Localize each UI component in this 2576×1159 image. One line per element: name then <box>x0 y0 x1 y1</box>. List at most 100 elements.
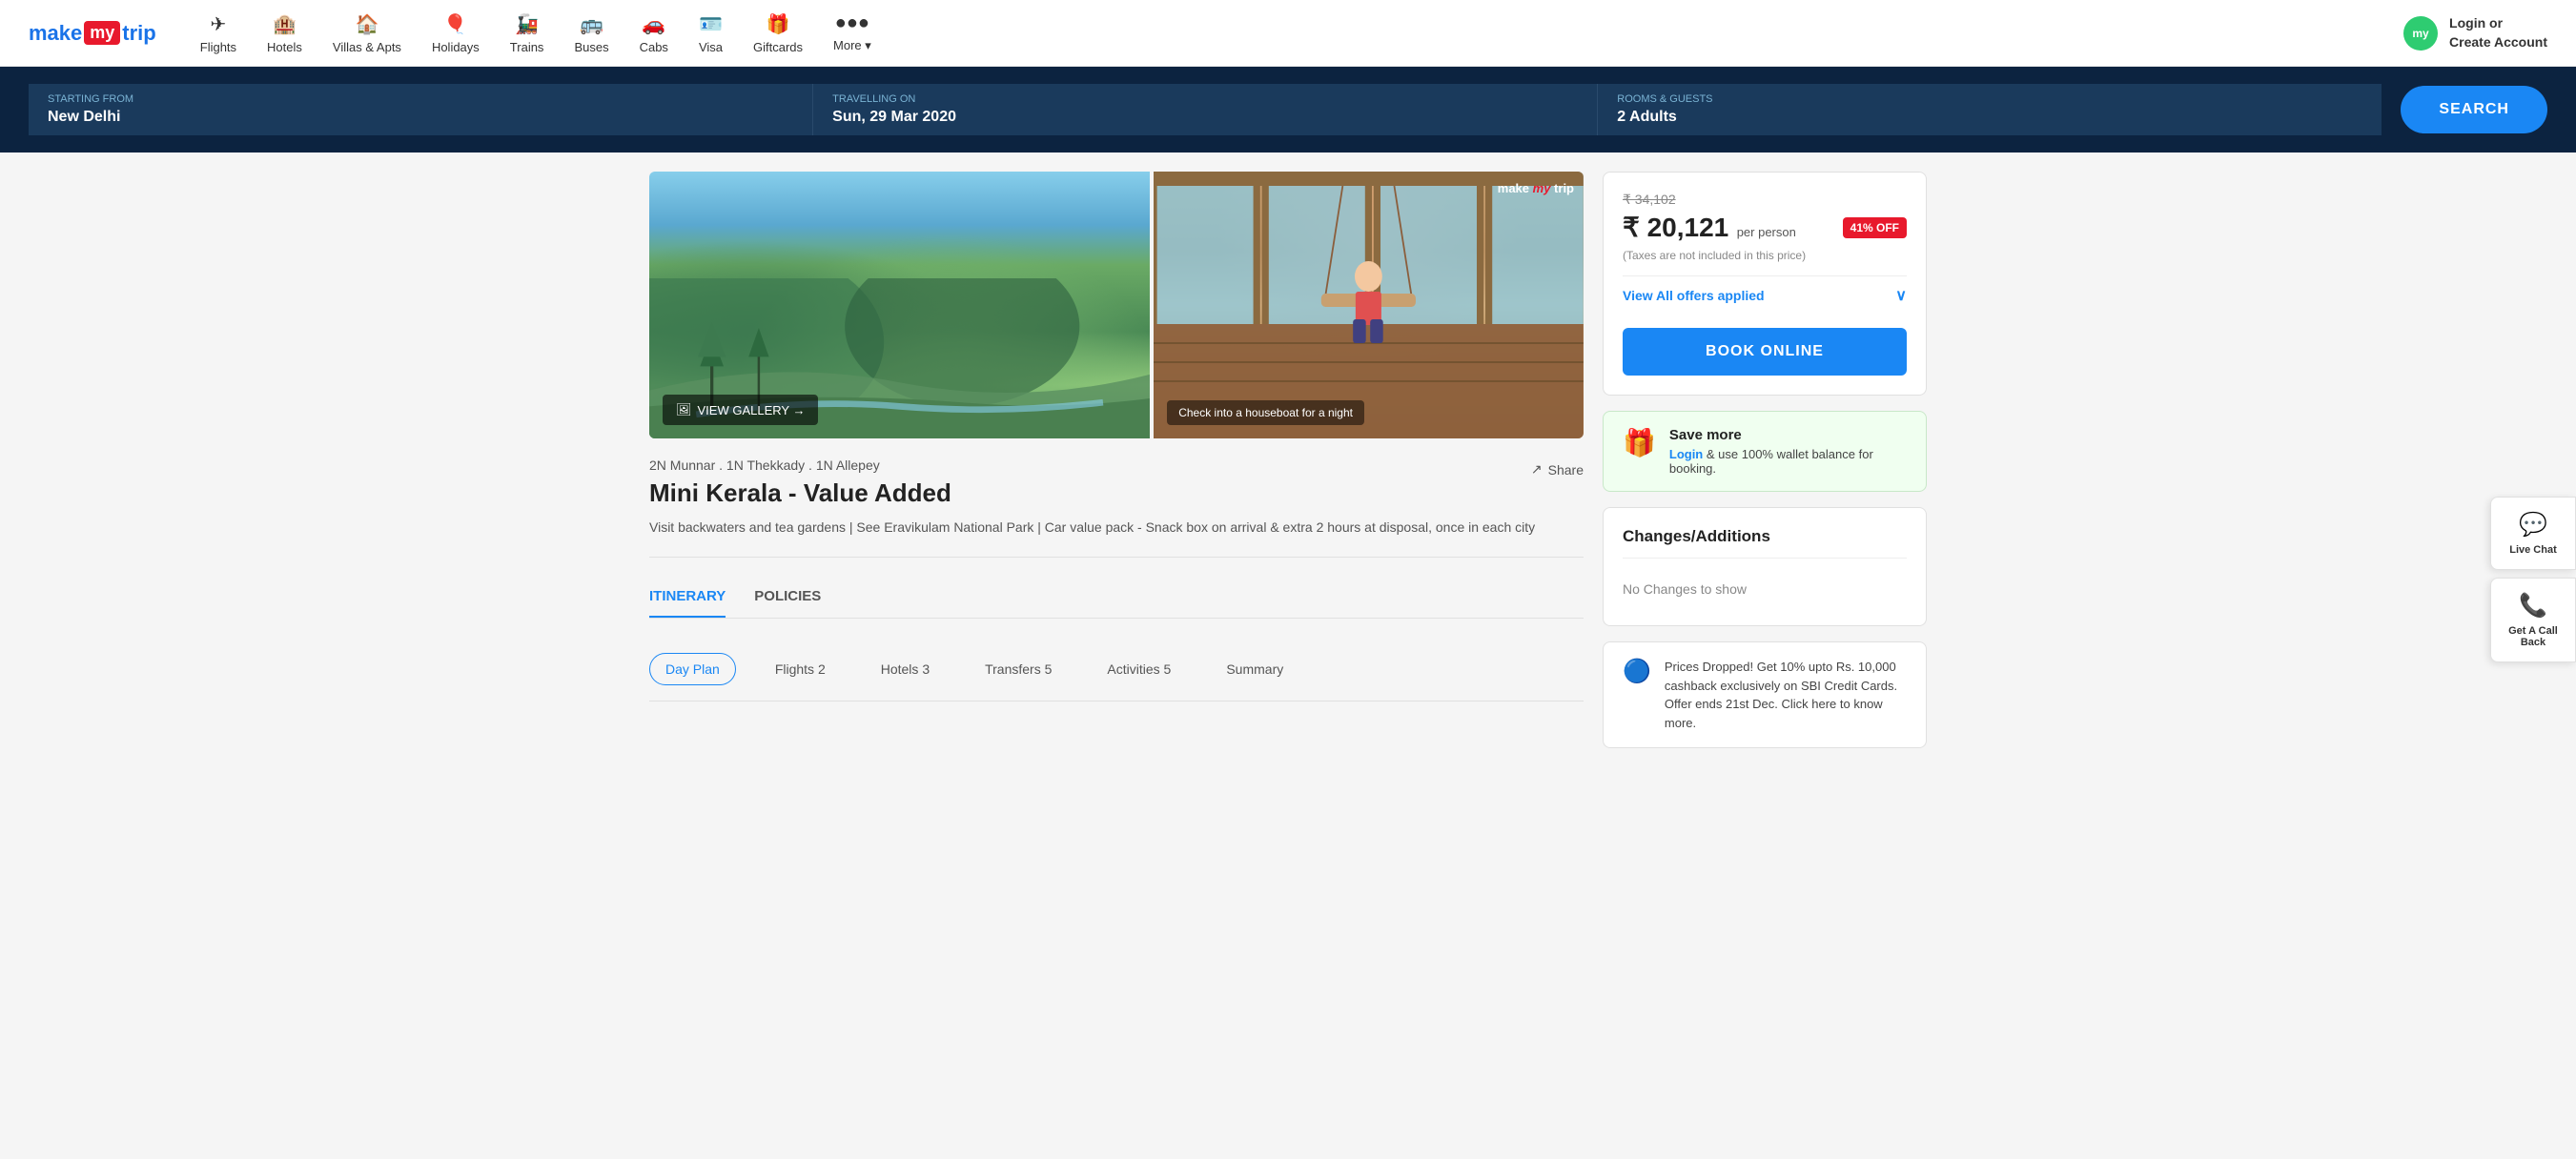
callback-button[interactable]: 📞 Get A Call Back <box>2490 578 2576 662</box>
flights-icon: ✈ <box>211 12 227 36</box>
rooms-guests-label: ROOMS & GUESTS <box>1617 93 2362 105</box>
filter-tabs: Day Plan Flights 2 Hotels 3 Transfers 5 … <box>649 638 1584 702</box>
per-person-label: per person <box>1737 225 1796 239</box>
filter-activities[interactable]: Activities 5 <box>1091 653 1187 685</box>
main-content: 🖼 VIEW GALLERY → <box>621 152 1955 767</box>
gallery: 🖼 VIEW GALLERY → <box>649 172 1584 438</box>
starting-from-field[interactable]: STARTING FROM New Delhi <box>29 84 813 135</box>
side-buttons: 💬 Live Chat 📞 Get A Call Back <box>2490 497 2576 662</box>
view-gallery-button[interactable]: 🖼 VIEW GALLERY → <box>663 395 818 425</box>
nav-trains-label: Trains <box>510 40 544 54</box>
filter-day-plan[interactable]: Day Plan <box>649 653 736 685</box>
trains-icon: 🚂 <box>515 12 539 36</box>
nav-giftcards-label: Giftcards <box>753 40 803 54</box>
content-area: 🖼 VIEW GALLERY → <box>649 172 1584 748</box>
save-content: Save more Login & use 100% wallet balanc… <box>1669 427 1907 476</box>
travelling-on-value: Sun, 29 Mar 2020 <box>832 109 1578 126</box>
price-row: ₹ 20,121 per person 41% OFF <box>1623 212 1907 243</box>
filter-hotels-count: 3 <box>922 661 930 677</box>
nav-trains[interactable]: 🚂 Trains <box>504 12 550 54</box>
offers-label: View All offers applied <box>1623 288 1765 303</box>
nav-giftcards[interactable]: 🎁 Giftcards <box>747 12 808 54</box>
offers-row[interactable]: View All offers applied ∨ <box>1623 275 1907 315</box>
changes-card: Changes/Additions No Changes to show <box>1603 507 1927 626</box>
avatar: my <box>2403 16 2438 51</box>
nav-more[interactable]: ●●● More ▾ <box>828 12 877 53</box>
save-icon: 🎁 <box>1623 427 1656 458</box>
nav-more-label: More ▾ <box>833 38 871 53</box>
phone-icon: 📞 <box>2499 592 2567 620</box>
promo-icon: 🔵 <box>1623 658 1651 685</box>
filter-summary-label: Summary <box>1226 661 1283 677</box>
nav-hotels-label: Hotels <box>267 40 302 54</box>
filter-transfers-label: Transfers <box>985 661 1041 677</box>
nav-flights-label: Flights <box>200 40 236 54</box>
filter-flights-label: Flights <box>775 661 814 677</box>
gallery-caption: Check into a houseboat for a night <box>1167 400 1364 425</box>
logo[interactable]: make my trip <box>29 21 156 46</box>
discount-badge: 41% OFF <box>1843 217 1907 238</box>
login-link[interactable]: Login <box>1669 447 1703 461</box>
share-button[interactable]: ↗ Share <box>1531 461 1584 478</box>
save-title: Save more <box>1669 427 1907 443</box>
filter-flights[interactable]: Flights 2 <box>759 653 842 685</box>
search-button[interactable]: SEARCH <box>2401 86 2547 133</box>
travelling-on-label: TRAVELLING ON <box>832 93 1578 105</box>
live-chat-button[interactable]: 💬 Live Chat <box>2490 497 2576 570</box>
book-online-button[interactable]: BOOK ONLINE <box>1623 328 1907 376</box>
nav-villas[interactable]: 🏠 Villas & Apts <box>327 12 407 54</box>
rooms-guests-value: 2 Adults <box>1617 109 2362 126</box>
filter-hotels-label: Hotels <box>881 661 919 677</box>
filter-summary[interactable]: Summary <box>1210 653 1299 685</box>
nav-cabs[interactable]: 🚗 Cabs <box>634 12 674 54</box>
tax-note: (Taxes are not included in this price) <box>1623 249 1907 262</box>
mmt-badge: make my trip <box>1498 181 1574 195</box>
cabs-icon: 🚗 <box>642 12 665 36</box>
promo-text: Prices Dropped! Get 10% upto Rs. 10,000 … <box>1665 658 1907 732</box>
gallery-icon: 🖼 <box>676 402 692 417</box>
nav-visa[interactable]: 🪪 Visa <box>693 12 728 54</box>
current-price: ₹ 20,121 <box>1623 213 1728 242</box>
filter-flights-count: 2 <box>818 661 826 677</box>
logo-make: make <box>29 21 82 46</box>
chat-icon: 💬 <box>2499 511 2567 539</box>
nav-flights[interactable]: ✈ Flights <box>194 12 242 54</box>
nav-holidays-label: Holidays <box>432 40 480 54</box>
filter-activities-count: 5 <box>1164 661 1172 677</box>
callback-label: Get A Call Back <box>2499 625 2567 648</box>
hotels-icon: 🏨 <box>273 12 296 36</box>
package-info: ↗ Share 2N Munnar . 1N Thekkady . 1N All… <box>649 458 1584 558</box>
filter-hotels[interactable]: Hotels 3 <box>865 653 946 685</box>
buses-icon: 🚌 <box>580 12 603 36</box>
travelling-on-field[interactable]: TRAVELLING ON Sun, 29 Mar 2020 <box>813 84 1598 135</box>
search-bar: STARTING FROM New Delhi TRAVELLING ON Su… <box>0 67 2576 152</box>
tab-policies[interactable]: POLICIES <box>754 577 821 618</box>
nav-hotels[interactable]: 🏨 Hotels <box>261 12 308 54</box>
more-icon: ●●● <box>835 12 869 34</box>
starting-from-label: STARTING FROM <box>48 93 793 105</box>
promo-card[interactable]: 🔵 Prices Dropped! Get 10% upto Rs. 10,00… <box>1603 641 1927 748</box>
original-price: ₹ 34,102 <box>1623 192 1907 208</box>
tab-itinerary[interactable]: ITINERARY <box>649 577 726 618</box>
share-icon: ↗ <box>1531 461 1543 478</box>
nav-buses-label: Buses <box>574 40 608 54</box>
header: make my trip ✈ Flights 🏨 Hotels 🏠 Villas… <box>0 0 2576 67</box>
nav-holidays[interactable]: 🎈 Holidays <box>426 12 485 54</box>
gallery-right: make my trip Check into a houseboat for … <box>1154 172 1584 438</box>
nav-buses[interactable]: 🚌 Buses <box>568 12 614 54</box>
rooms-guests-field[interactable]: ROOMS & GUESTS 2 Adults <box>1598 84 2382 135</box>
sidebar: ₹ 34,102 ₹ 20,121 per person 41% OFF (Ta… <box>1603 172 1927 748</box>
changes-title: Changes/Additions <box>1623 527 1907 559</box>
package-title: Mini Kerala - Value Added <box>649 478 1584 508</box>
filter-transfers[interactable]: Transfers 5 <box>969 653 1068 685</box>
nav-visa-label: Visa <box>699 40 723 54</box>
visa-icon: 🪪 <box>699 12 723 36</box>
content-tabs: ITINERARY POLICIES <box>649 577 1584 619</box>
villas-icon: 🏠 <box>355 12 378 36</box>
filter-activities-label: Activities <box>1107 661 1159 677</box>
login-button[interactable]: Login or Create Account <box>2449 14 2547 51</box>
save-text: Login & use 100% wallet balance for book… <box>1669 447 1907 476</box>
starting-from-value: New Delhi <box>48 109 793 126</box>
main-nav: ✈ Flights 🏨 Hotels 🏠 Villas & Apts 🎈 Hol… <box>194 12 2403 54</box>
filter-transfers-count: 5 <box>1045 661 1053 677</box>
